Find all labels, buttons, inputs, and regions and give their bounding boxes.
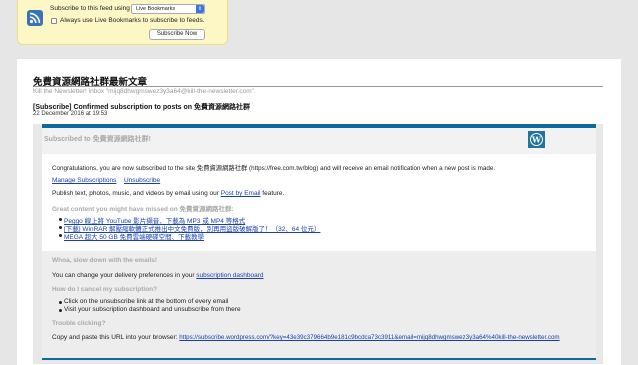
dropdown-arrow-icon: ⇕ [196,5,204,13]
post-by-email-text-after: feature. [260,190,285,197]
always-use-label: Always use Live Bookmarks to subscribe t… [60,17,205,24]
email-footer: Whoa, slow down with the emails! You can… [42,251,596,358]
trouble-clicking-heading: Trouble clicking? [52,320,106,327]
cancel-subscription-heading: How do I cancel my subscription? [52,286,158,293]
subscription-dashboard-link[interactable]: subscription dashboard [196,272,263,279]
post-by-email-link[interactable]: Post by Email [221,190,261,197]
feed-panel: 免費資源網路社群最新文章 Kill the Newsletter! inbox … [17,59,621,365]
email-header: Subscribed to 免費資源網路社群! W [42,128,596,154]
cancel-step-1: Click on the unsubscribe link at the bot… [64,298,229,305]
trouble-clicking-text: Copy and paste this URL into your browse… [52,334,560,341]
bullet [59,309,62,312]
email-body: Congratulations, you are now subscribed … [42,154,596,251]
bullet [59,234,62,237]
missed-post-link-3[interactable]: MEGA 超大 50 GB 免費雲端硬碟空間、下載教學 [64,231,204,241]
feed-reader-select[interactable]: Live Bookmarks ⇕ [131,4,205,14]
bullet [59,218,62,221]
feed-subtitle: Kill the Newsletter! inbox “mijq8dhwgmsw… [33,88,256,95]
unsubscribe-link[interactable]: Unsubscribe [124,177,160,184]
subscribe-now-button[interactable]: Subscribe Now [149,29,205,40]
bullet [59,301,62,304]
delivery-preferences-text-before: You can change your delivery preferences… [52,272,197,279]
missed-content-heading: Great content you might have missed on 免… [52,206,234,213]
manage-subscriptions-link[interactable]: Manage Subscriptions [52,177,116,184]
wordpress-logo-icon: W [528,131,545,148]
slow-down-heading: Whoa, slow down with the emails! [52,257,158,264]
entry-date: 22 December 2016 at 19:53 [33,111,108,117]
trouble-clicking-label: Copy and paste this URL into your browse… [52,334,180,341]
feed-title-divider [33,86,603,87]
subscription-url-link[interactable]: https://subscribe.wordpress.com/?key=43e… [179,334,559,341]
email-content: Subscribed to 免費資源網路社群! W Congratulation… [33,124,603,364]
svg-text:W: W [531,135,542,145]
delivery-preferences-text: You can change your delivery preferences… [52,272,264,279]
congrats-text: Congratulations, you are now subscribed … [52,165,496,172]
feed-reader-selected-value: Live Bookmarks [136,6,176,12]
post-by-email-text: Publish text, photos, music, and videos … [52,190,284,197]
subscribe-using-label: Subscribe to this feed using [50,5,130,12]
always-use-checkbox[interactable] [51,18,57,24]
email-bottom-accent-bar [42,358,596,360]
cancel-step-2: Visit your subscription dashboard and un… [64,306,241,313]
rss-feed-icon [27,10,43,26]
bullet [59,226,62,229]
email-header-title: Subscribed to 免費資源網路社群! [44,136,151,143]
post-by-email-text-before: Publish text, photos, music, and videos … [52,190,221,197]
subscribe-bar: Subscribe to this feed using Live Bookma… [17,0,228,45]
